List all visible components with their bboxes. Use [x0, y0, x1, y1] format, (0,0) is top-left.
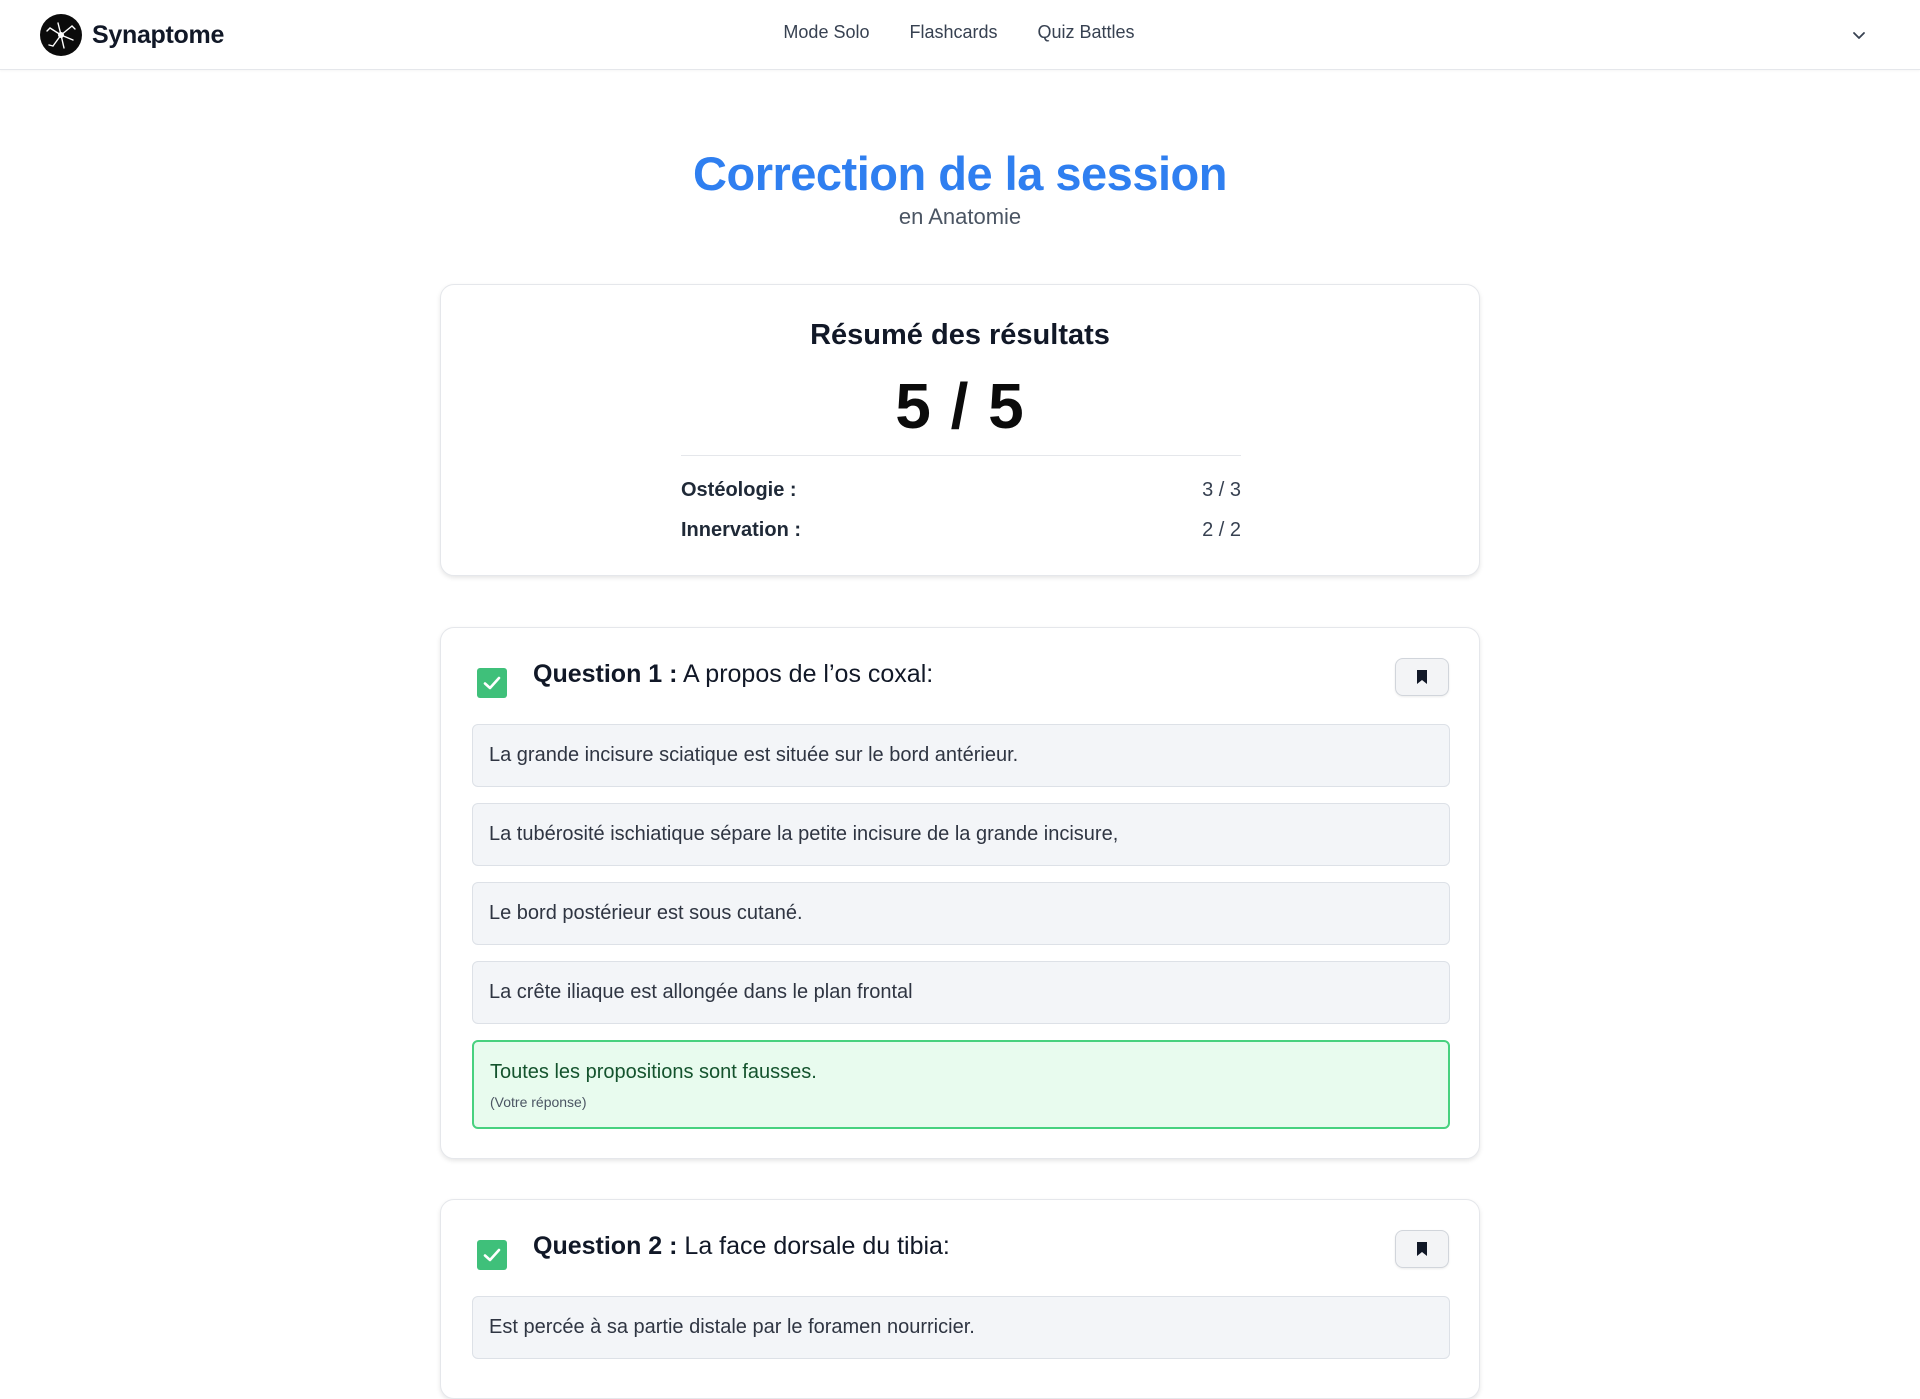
- bookmark-button[interactable]: [1395, 1230, 1449, 1268]
- question-text: La face dorsale du tibia:: [684, 1232, 950, 1260]
- question-card-2: Question 2 : La face dorsale du tibia: E…: [440, 1199, 1480, 1399]
- answer-option-text: La crête iliaque est allongée dans le pl…: [489, 981, 913, 1003]
- nav-flashcards[interactable]: Flashcards: [909, 22, 997, 43]
- answer-option-text: La grande incisure sciatique est située …: [489, 744, 1019, 766]
- nav-quiz-battles[interactable]: Quiz Battles: [1038, 22, 1135, 43]
- answer-option[interactable]: Est percée à sa partie distale par le fo…: [472, 1296, 1450, 1359]
- answer-option[interactable]: La tubérosité ischiatique sépare la peti…: [472, 803, 1450, 866]
- summary-row-innervation: Innervation : 2 / 2: [681, 519, 1241, 542]
- bookmark-icon: [1417, 670, 1427, 684]
- answer-option-correct[interactable]: Toutes les propositions sont fausses. (V…: [472, 1040, 1450, 1129]
- summary-row-label: Ostéologie :: [681, 479, 797, 501]
- answer-option[interactable]: La grande incisure sciatique est située …: [472, 724, 1450, 787]
- check-icon: [477, 1240, 507, 1270]
- your-answer-note: (Votre réponse): [490, 1094, 587, 1110]
- results-summary-card: Résumé des résultats 5 / 5 Ostéologie : …: [440, 284, 1480, 576]
- answer-option-text: Est percée à sa partie distale par le fo…: [489, 1316, 975, 1338]
- summary-row-label: Innervation :: [681, 519, 802, 541]
- answer-option[interactable]: La crête iliaque est allongée dans le pl…: [472, 961, 1450, 1024]
- question-number: Question 1 :: [533, 660, 678, 688]
- top-navigation-bar: Synaptome Mode Solo Flashcards Quiz Batt…: [0, 0, 1920, 70]
- question-heading: Question 1 : A propos de l’os coxal:: [533, 660, 933, 689]
- check-icon: [477, 668, 507, 698]
- question-heading: Question 2 : La face dorsale du tibia:: [533, 1232, 950, 1261]
- nav-mode-solo[interactable]: Mode Solo: [783, 22, 869, 43]
- page-title: Correction de la session: [693, 147, 1227, 200]
- question-card-1: Question 1 : A propos de l’os coxal: La …: [440, 627, 1480, 1159]
- answer-option-text: Toutes les propositions sont fausses.: [490, 1061, 817, 1083]
- summary-row-osteologie: Ostéologie : 3 / 3: [681, 479, 1241, 502]
- chevron-down-icon[interactable]: [1850, 26, 1868, 44]
- main-nav: Mode Solo Flashcards Quiz Battles: [0, 22, 1920, 43]
- question-text: A propos de l’os coxal:: [683, 660, 934, 688]
- bookmark-icon: [1417, 1242, 1427, 1256]
- bookmark-button[interactable]: [1395, 658, 1449, 696]
- summary-score: 5 / 5: [895, 370, 1025, 442]
- summary-row-value: 3 / 3: [1202, 479, 1241, 501]
- summary-title: Résumé des résultats: [810, 319, 1110, 351]
- question-number: Question 2 :: [533, 1232, 678, 1260]
- page-subtitle: en Anatomie: [898, 204, 1022, 229]
- summary-divider: [681, 455, 1241, 456]
- answer-option[interactable]: Le bord postérieur est sous cutané.: [472, 882, 1450, 945]
- answer-option-text: La tubérosité ischiatique sépare la peti…: [489, 823, 1119, 845]
- answer-option-text: Le bord postérieur est sous cutané.: [489, 902, 803, 924]
- summary-row-value: 2 / 2: [1202, 519, 1241, 541]
